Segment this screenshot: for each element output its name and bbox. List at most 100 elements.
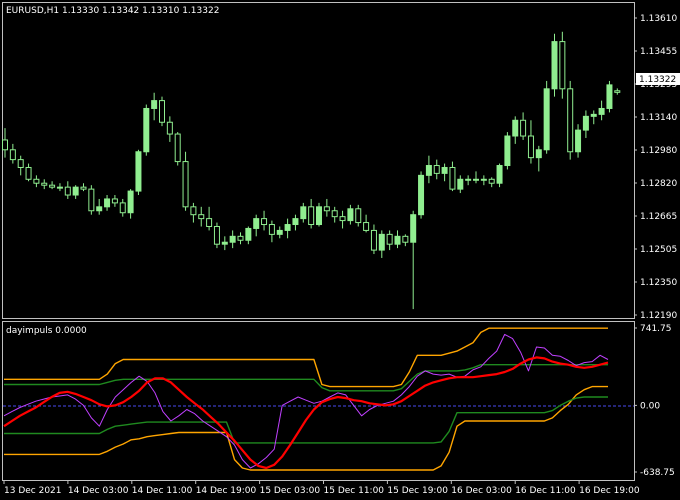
candle-bull [410, 214, 417, 243]
indicator-lines-layer [3, 327, 609, 471]
candle-bull [425, 165, 432, 176]
candle-bear [402, 235, 409, 243]
candle-bear [527, 135, 534, 159]
price-tick-label: 1.12350 [640, 278, 677, 288]
candle-bear [182, 161, 189, 208]
candle-bull [551, 41, 558, 90]
price-tick-label: 1.12190 [640, 311, 677, 321]
candle-bear [268, 224, 275, 235]
candle-bull [473, 178, 479, 181]
candle-bear [80, 186, 87, 190]
indicator-tick-label: 741.75 [640, 324, 672, 334]
candle-bear [614, 90, 621, 93]
candle-bear [25, 166, 32, 180]
candle-bear [386, 233, 393, 245]
candle-bull [284, 224, 291, 231]
candle-bull [504, 135, 511, 167]
price-tick-label: 1.13140 [640, 113, 677, 123]
candle-bear [355, 208, 362, 224]
candle-bear [370, 229, 377, 251]
candle-bear [237, 235, 244, 241]
chart-window[interactable]: EURUSD,H1 1.13330 1.13342 1.13310 1.1332… [0, 0, 680, 500]
candle-bull [127, 190, 134, 214]
price-tick-label: 1.12665 [640, 212, 677, 222]
candle-bull [543, 88, 550, 151]
candle-bear [308, 206, 315, 226]
candle-bear [339, 216, 346, 222]
indicator-panel[interactable]: dayimpuls 0.0000 741.75 0.00 -638.75 [2, 321, 675, 481]
indicator-tick-label: -638.75 [640, 468, 675, 478]
candle-bull [276, 229, 283, 235]
time-axis: 13 Dec 2021 14 Dec 03:00 14 Dec 11:00 14 De… [3, 481, 640, 496]
candle-bull [394, 235, 401, 245]
candle-bear [190, 206, 197, 216]
indicator-axis: 741.75 0.00 -638.75 [634, 324, 675, 478]
time-tick-label: 15 Dec 19:00 [387, 486, 448, 496]
candle-bull [606, 84, 613, 109]
candle-bear [88, 188, 95, 212]
candle-bear [206, 218, 213, 227]
price-panel-frame [2, 2, 635, 319]
candle-bear [261, 218, 268, 226]
candle-bull [300, 206, 307, 220]
candle-bear [520, 119, 527, 137]
candle-bull [135, 151, 142, 192]
time-tick-label: 16 Dec 19:00 [579, 486, 640, 496]
candle-bull [253, 218, 260, 229]
time-tick-label: 14 Dec 11:00 [132, 486, 193, 496]
candle-bear [2, 139, 8, 151]
time-tick-label: 15 Dec 03:00 [260, 486, 321, 496]
candle-bull [465, 178, 472, 181]
time-tick-label: 16 Dec 11:00 [515, 486, 576, 496]
candle-bull [582, 115, 589, 131]
time-tick-label: 16 Dec 03:00 [451, 486, 512, 496]
candle-bear [433, 165, 440, 174]
candle-bull [229, 235, 236, 243]
candle-bear [174, 133, 181, 163]
candle-bear [159, 100, 165, 123]
candle-bull [56, 186, 63, 189]
candle-bull [96, 206, 103, 212]
candle-bull [347, 208, 354, 222]
band-inner-upper-line [4, 364, 608, 392]
price-tick-label: 1.12505 [640, 245, 677, 255]
candle-bull [441, 166, 448, 174]
candle-bull [151, 100, 158, 109]
candle-bear [363, 222, 370, 231]
price-tick-label: 1.12980 [640, 146, 677, 156]
candle-bear [9, 149, 16, 161]
candle-bull [143, 107, 150, 153]
candle-bull [418, 174, 425, 216]
candle-bull [535, 149, 542, 159]
candle-bear [33, 178, 40, 184]
candle-bear [488, 178, 495, 184]
current-price-marker: 1.13322 [636, 73, 680, 85]
price-panel[interactable]: EURUSD,H1 1.13330 1.13342 1.13310 1.1332… [2, 2, 680, 322]
price-chart-title: EURUSD,H1 1.13330 1.13342 1.13310 1.1332… [6, 6, 219, 16]
candle-bear [17, 159, 24, 168]
candle-bull [245, 227, 252, 241]
candle-bear [41, 182, 48, 186]
candle-bull [512, 119, 519, 137]
time-tick-label: 14 Dec 03:00 [68, 486, 129, 496]
price-tick-label: 1.13455 [640, 47, 677, 57]
candle-bear [331, 210, 338, 218]
candle-bull [316, 206, 322, 226]
candle-bear [166, 121, 173, 135]
band-outer-upper-line [4, 327, 608, 388]
time-tick-label: 13 Dec 2021 [4, 486, 62, 496]
candle-bull [72, 186, 79, 196]
price-tick-label: 1.12820 [640, 179, 677, 189]
candle-bear [119, 202, 126, 214]
candle-bull [104, 198, 111, 208]
indicator-panel-frame [2, 321, 635, 481]
indicator-title: dayimpuls 0.0000 [6, 326, 87, 336]
price-tick-label: 1.13610 [640, 14, 677, 24]
candle-bear [213, 225, 220, 245]
current-price-label: 1.13322 [639, 75, 676, 85]
time-tick-label: 14 Dec 19:00 [196, 486, 257, 496]
candle-bull [457, 178, 464, 190]
price-axis: 1.136101.134551.132951.131401.129801.128… [634, 14, 677, 321]
candle-bear [559, 41, 566, 90]
candle-bear [64, 186, 71, 196]
